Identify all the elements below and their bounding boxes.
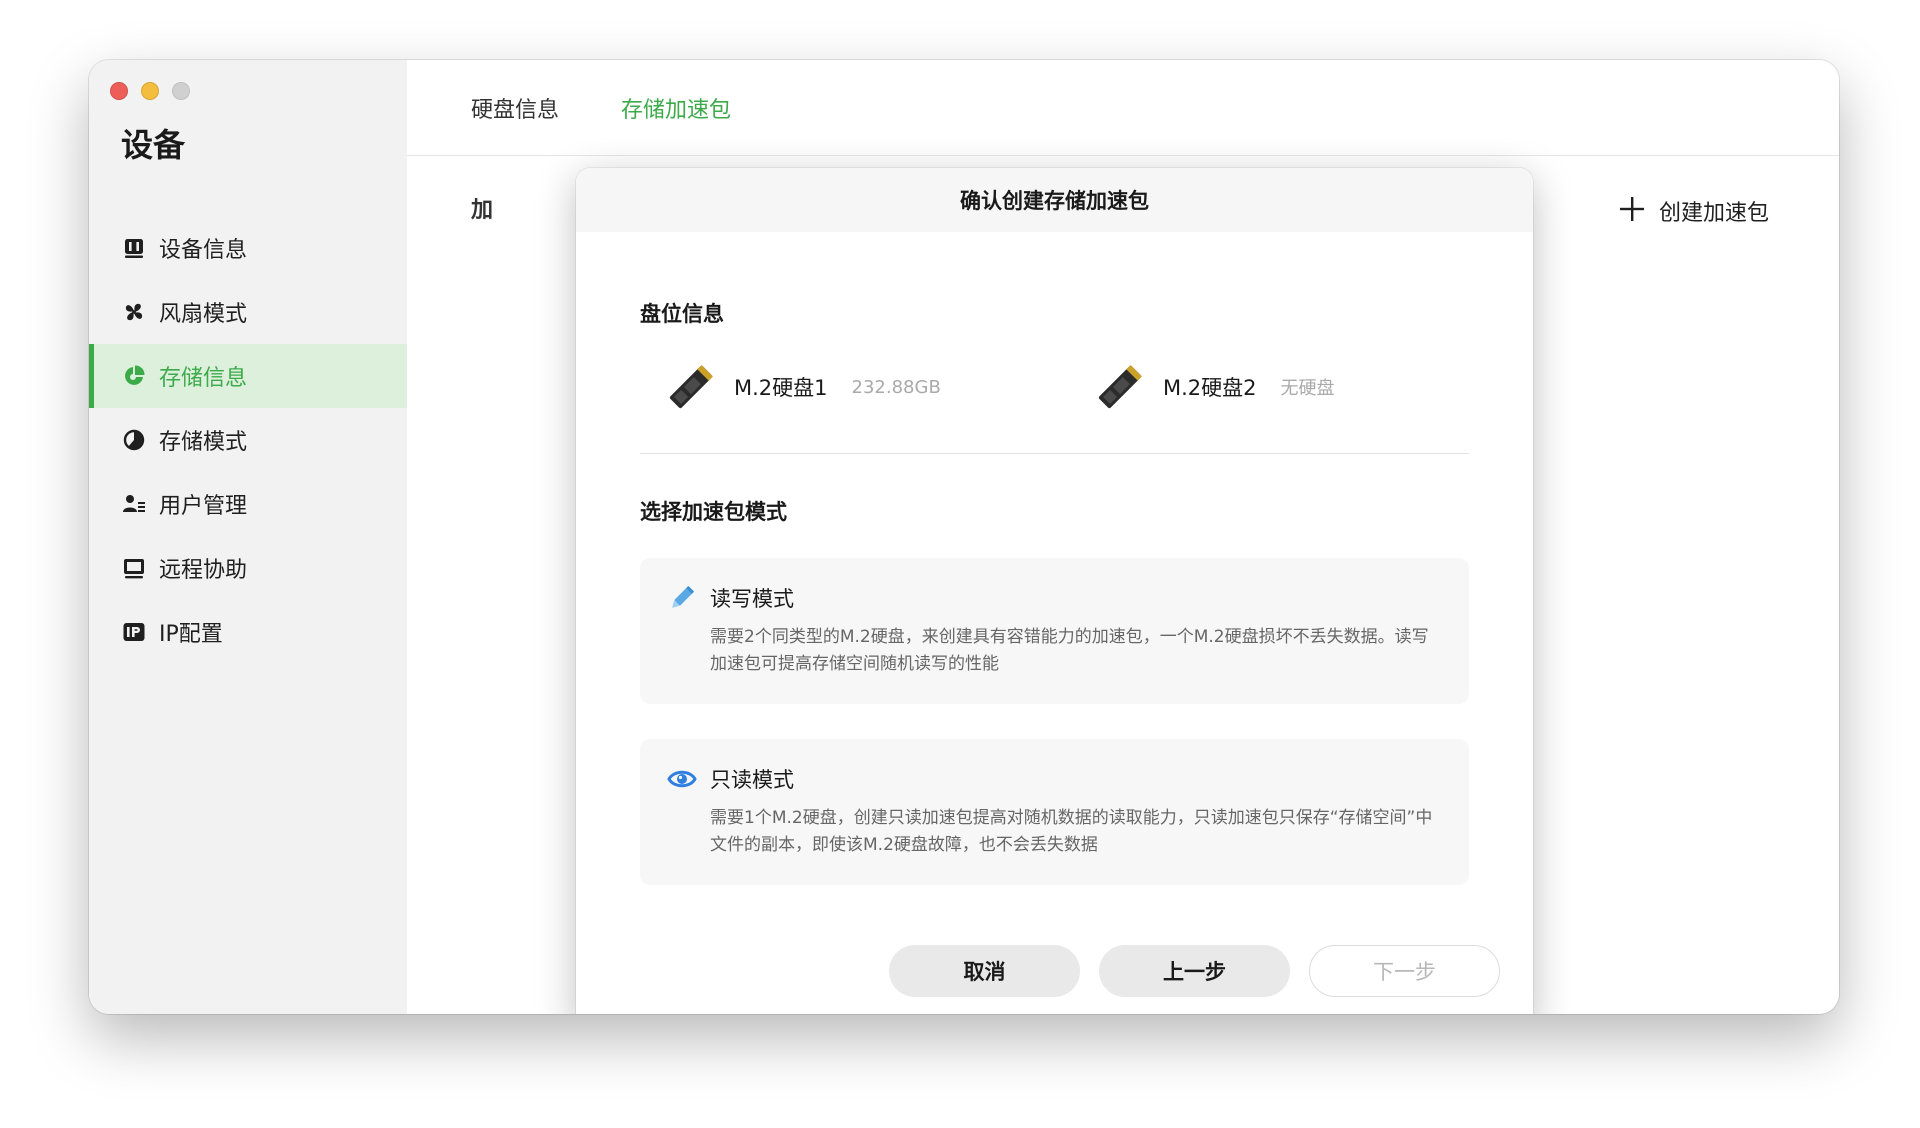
remote-monitor-icon	[121, 555, 147, 581]
sidebar-item-label: IP配置	[159, 622, 223, 647]
sidebar-item-label: 设备信息	[159, 238, 248, 263]
next-step-button[interactable]: 下一步	[1309, 945, 1500, 997]
window-minimize-button[interactable]	[141, 82, 159, 100]
mode-card-read-write[interactable]: 读写模式 需要2个同类型的M.2硬盘，来创建具有容错能力的加速包，一个M.2硬盘…	[640, 558, 1469, 704]
storage-mode-icon	[121, 427, 147, 453]
m2-ssd-icon	[1093, 360, 1147, 414]
device-info-icon	[121, 235, 147, 261]
sidebar-item-user-management[interactable]: 用户管理	[89, 472, 407, 536]
sidebar-item-label: 存储模式	[159, 430, 248, 455]
sidebar-item-label: 存储信息	[159, 366, 248, 391]
pencil-icon	[666, 582, 698, 614]
sidebar-title: 设备	[121, 126, 186, 164]
desktop: 设备 设备信息 风扇模式 存储信息 存储模式 用户管理 远程协助 IP配置 硬盘…	[0, 0, 1920, 1128]
disk-name: M.2硬盘2	[1163, 376, 1257, 400]
ip-config-icon	[121, 619, 147, 645]
sidebar-item-remote-assist[interactable]: 远程协助	[89, 536, 407, 600]
cancel-button[interactable]: 取消	[889, 945, 1080, 997]
disk-slot-1: M.2硬盘1 232.88GB	[664, 360, 941, 414]
app-window: 设备 设备信息 风扇模式 存储信息 存储模式 用户管理 远程协助 IP配置 硬盘…	[89, 60, 1839, 1014]
create-accel-pack-button[interactable]: 创建加速包	[1619, 194, 1769, 228]
divider	[640, 453, 1469, 454]
window-close-button[interactable]	[110, 82, 128, 100]
sidebar-item-label: 远程协助	[159, 558, 248, 583]
disk-capacity: 232.88GB	[851, 376, 941, 398]
plus-icon	[1619, 194, 1645, 228]
sidebar-item-label: 用户管理	[159, 494, 248, 519]
disk-section-title: 盘位信息	[640, 302, 724, 326]
tab-disk-info[interactable]: 硬盘信息	[471, 92, 559, 124]
storage-pie-icon	[121, 363, 147, 389]
sidebar-item-fan-mode[interactable]: 风扇模式	[89, 280, 407, 344]
disk-status: 无硬盘	[1280, 378, 1335, 399]
sidebar: 设备 设备信息 风扇模式 存储信息 存储模式 用户管理 远程协助 IP配置	[89, 60, 407, 1014]
fan-icon	[121, 299, 147, 325]
window-maximize-button[interactable]	[172, 82, 190, 100]
tab-bar: 硬盘信息 存储加速包	[407, 60, 1839, 156]
confirm-create-dialog: 确认创建存储加速包 盘位信息 M.2硬盘1 232.88GB M.2硬盘2 无硬…	[576, 168, 1533, 1014]
sidebar-nav: 设备信息 风扇模式 存储信息 存储模式 用户管理 远程协助 IP配置	[89, 216, 407, 664]
users-icon	[121, 491, 147, 517]
eye-icon	[666, 763, 698, 795]
m2-ssd-icon	[664, 360, 718, 414]
sidebar-item-label: 风扇模式	[159, 302, 248, 327]
previous-step-button[interactable]: 上一步	[1099, 945, 1290, 997]
disk-name: M.2硬盘1	[734, 376, 828, 400]
sidebar-item-device-info[interactable]: 设备信息	[89, 216, 407, 280]
mode-name: 只读模式	[710, 768, 794, 792]
tab-storage-accel[interactable]: 存储加速包	[621, 92, 731, 124]
sidebar-item-storage-mode[interactable]: 存储模式	[89, 408, 407, 472]
sidebar-item-storage-info[interactable]: 存储信息	[89, 344, 407, 408]
section-label: 加	[471, 198, 494, 223]
mode-card-read-only[interactable]: 只读模式 需要1个M.2硬盘，创建只读加速包提高对随机数据的读取能力，只读加速包…	[640, 739, 1469, 885]
mode-description: 需要1个M.2硬盘，创建只读加速包提高对随机数据的读取能力，只读加速包只保存“存…	[710, 808, 1433, 855]
mode-name: 读写模式	[710, 587, 794, 611]
dialog-title: 确认创建存储加速包	[576, 168, 1533, 232]
mode-description: 需要2个同类型的M.2硬盘，来创建具有容错能力的加速包，一个M.2硬盘损坏不丢失…	[710, 627, 1429, 674]
sidebar-item-ip-config[interactable]: IP配置	[89, 600, 407, 664]
mode-section-title: 选择加速包模式	[640, 500, 787, 524]
disk-slot-2: M.2硬盘2 无硬盘	[1093, 360, 1335, 414]
create-accel-pack-label: 创建加速包	[1658, 201, 1769, 226]
